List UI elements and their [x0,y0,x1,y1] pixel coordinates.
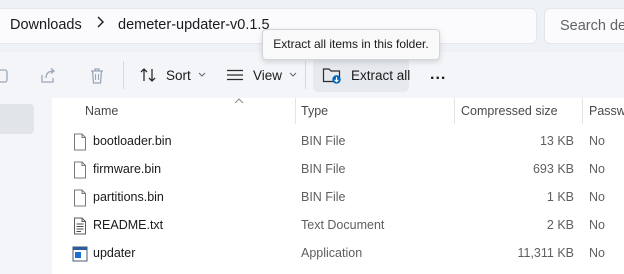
sort-icon [140,68,156,82]
file-type: Text Document [301,218,385,232]
navigation-pane [0,98,37,274]
extract-all-label: Extract all [351,67,411,83]
file-row[interactable]: firmware.bin BIN File 693 KB No [52,156,624,184]
generic-file-icon [74,161,86,179]
sort-label: Sort [166,67,191,83]
file-name: README.txt [93,218,164,232]
file-password: No [589,162,605,176]
column-header-compressed-size[interactable]: Compressed size [461,98,558,124]
extract-folder-icon [322,68,341,84]
view-label: View [253,67,283,83]
file-password: No [589,246,605,260]
view-icon [227,69,243,81]
file-password: No [589,190,605,204]
view-button[interactable]: View [226,58,297,92]
column-header-password[interactable]: Passwo [589,98,624,124]
delete-icon[interactable] [87,66,107,86]
more-options-label: ... [430,66,447,83]
file-row[interactable]: bootloader.bin BIN File 13 KB No [52,128,624,156]
file-size: 13 KB [539,134,574,148]
file-password: No [589,218,605,232]
sort-button[interactable]: Sort [139,58,206,92]
file-password: No [589,134,605,148]
file-type: BIN File [301,162,346,176]
file-type: BIN File [301,134,346,148]
generic-file-icon [74,133,86,151]
copy-icon[interactable] [0,66,12,86]
file-size: 2 KB [546,218,574,232]
file-type: Application [301,246,363,260]
file-row[interactable]: updater Application 11,311 KB No [52,240,624,268]
more-options-button[interactable]: ... [430,58,446,92]
search-input[interactable]: Search de [544,8,624,44]
search-placeholder: Search de [560,18,624,34]
generic-file-icon [74,189,86,207]
file-type: BIN File [301,190,346,204]
share-icon[interactable] [38,66,58,86]
file-size: 693 KB [532,162,574,176]
file-size: 11,311 KB [517,246,574,260]
column-divider[interactable] [454,98,455,124]
breadcrumb-current-folder[interactable]: demeter-updater-v0.1.5 [118,17,270,33]
extract-all-button[interactable]: Extract all [313,58,411,92]
file-name: updater [93,246,136,260]
text-file-icon [74,217,86,235]
column-divider[interactable] [582,98,583,124]
file-list: Name Type Compressed size Passwo bootloa… [52,98,624,274]
file-name: firmware.bin [93,162,162,176]
sort-ascending-icon [234,98,244,104]
file-row[interactable]: README.txt Text Document 2 KB No [52,212,624,240]
application-icon [72,246,88,262]
extract-all-tooltip: Extract all items in this folder. [262,29,440,60]
chevron-down-icon [289,72,297,77]
toolbar-divider [305,61,306,89]
navigation-selected-item[interactable] [0,104,34,134]
column-divider[interactable] [295,98,296,124]
toolbar-divider [123,61,124,89]
chevron-down-icon [198,72,206,77]
file-row[interactable]: partitions.bin BIN File 1 KB No [52,184,624,212]
chevron-right-icon [97,16,104,28]
breadcrumb-downloads[interactable]: Downloads [10,17,82,33]
column-header-type[interactable]: Type [301,98,328,124]
column-header-name[interactable]: Name [85,98,118,124]
file-name: bootloader.bin [93,134,172,148]
file-name: partitions.bin [93,190,164,204]
file-size: 1 KB [546,190,574,204]
